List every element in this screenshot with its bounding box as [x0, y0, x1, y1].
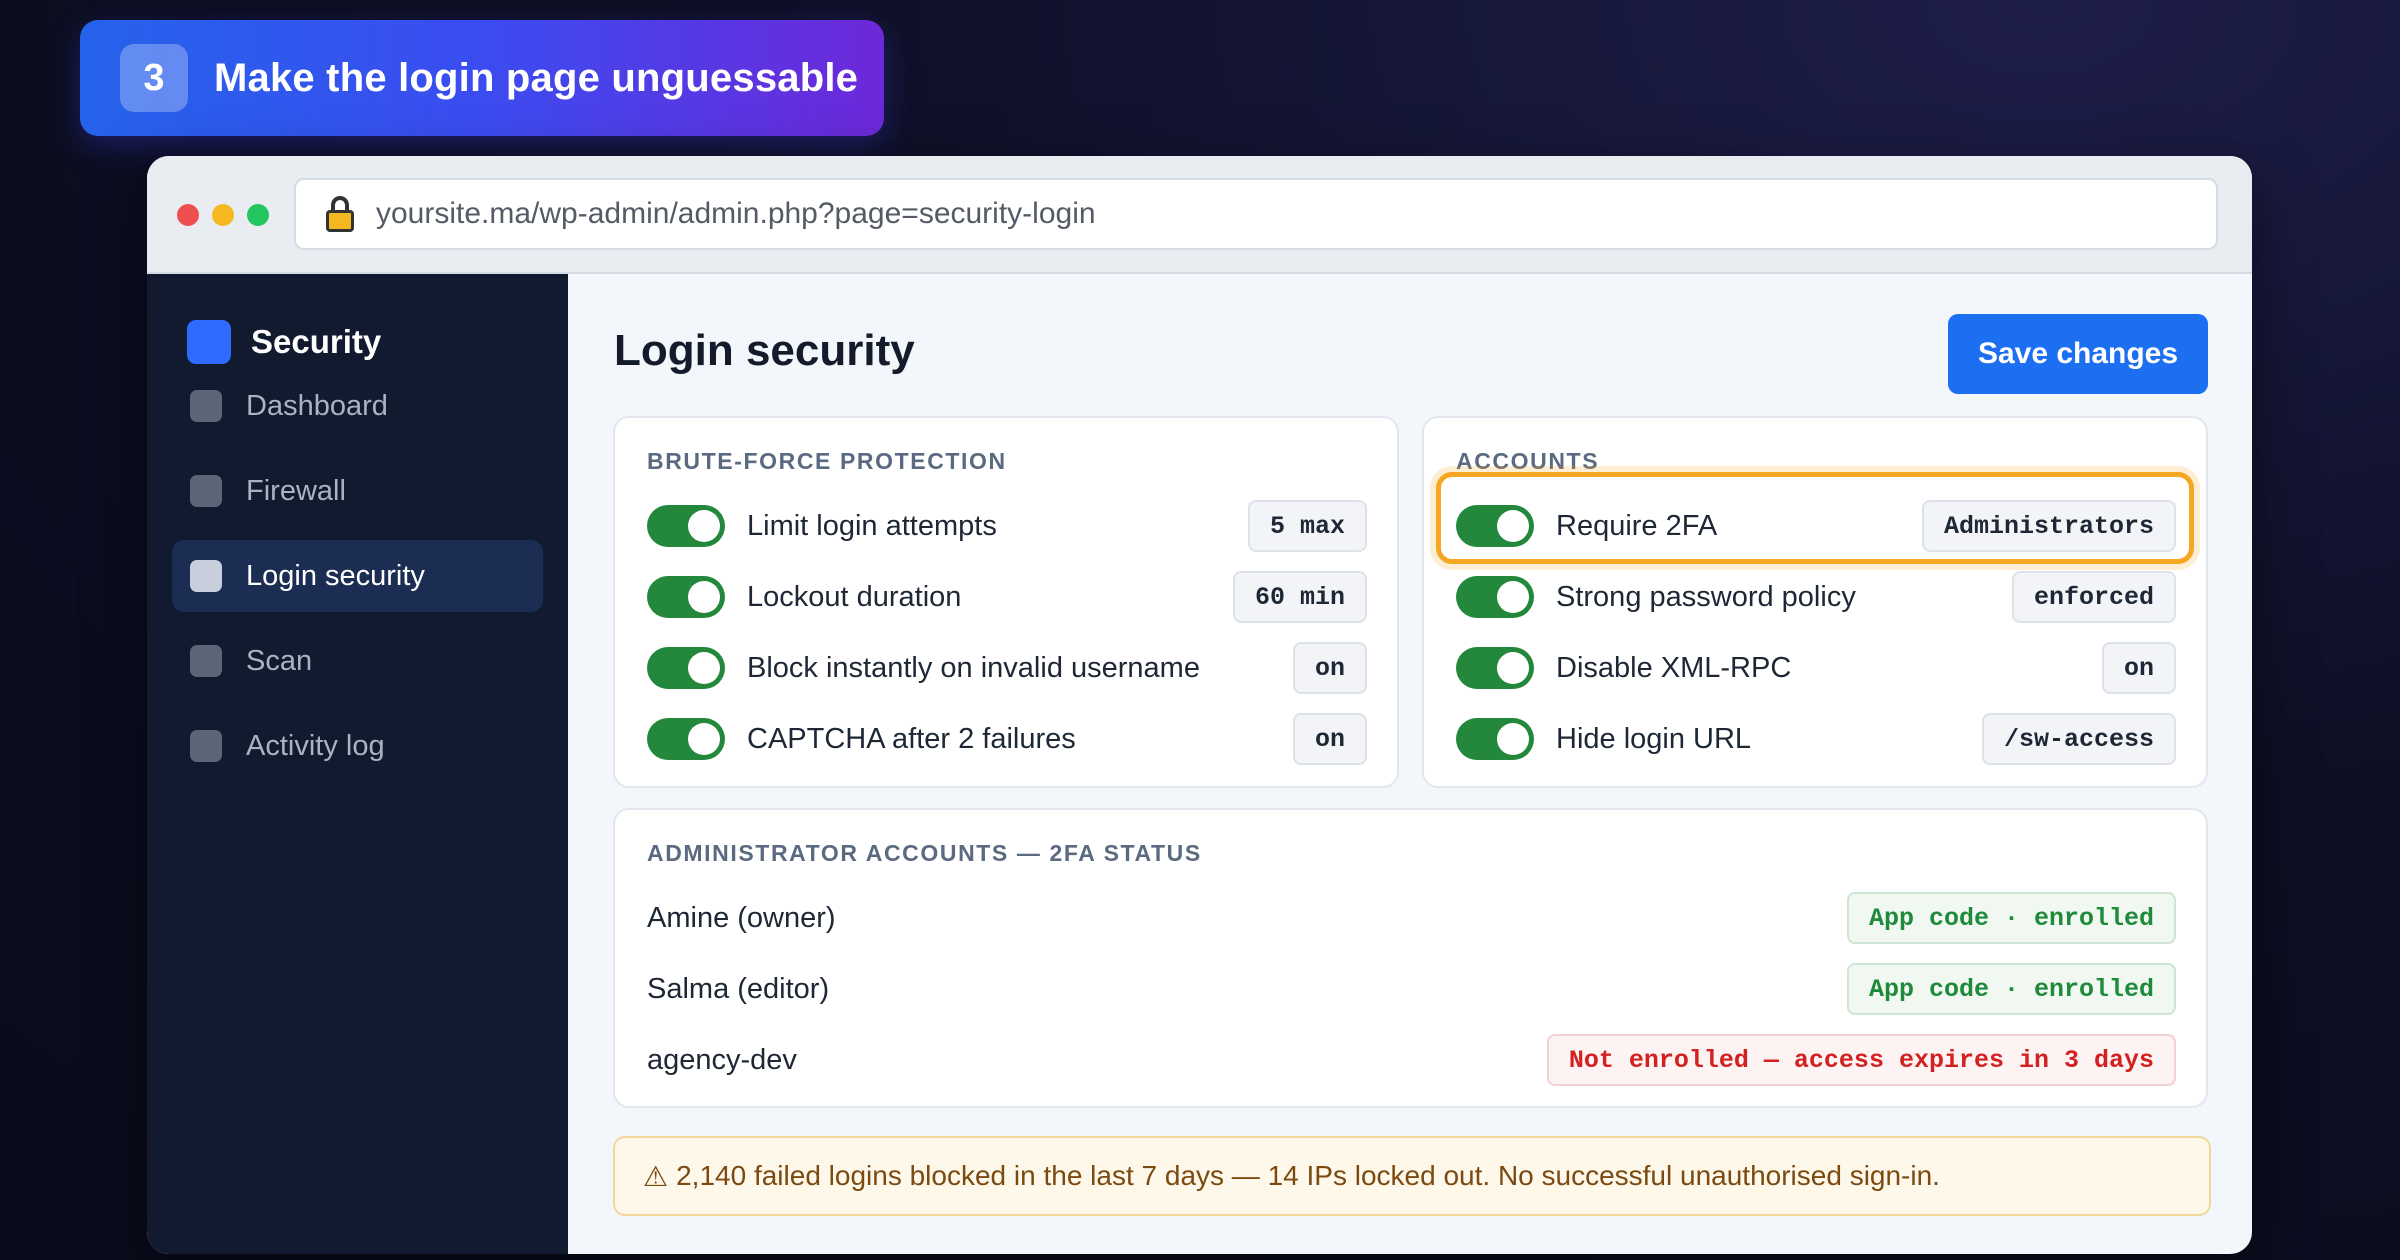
card-heading: BRUTE-FORCE PROTECTION [647, 448, 1007, 474]
admin-accounts-card: ADMINISTRATOR ACCOUNTS — 2FA STATUS Amin… [613, 808, 2208, 1108]
browser-window: yoursite.ma/wp-admin/admin.php?page=secu… [147, 156, 2252, 1254]
browser-chrome: yoursite.ma/wp-admin/admin.php?page=secu… [147, 156, 2252, 274]
strong-password-toggle[interactable] [1456, 576, 1534, 618]
sidebar-item-dashboard[interactable]: Dashboard [172, 370, 543, 442]
setting-row-disable-xmlrpc: Disable XML-RPC on [1456, 640, 2176, 696]
block-invalid-username-toggle[interactable] [647, 647, 725, 689]
setting-label: Lockout duration [747, 580, 962, 613]
sidebar-item-label: Scan [246, 644, 313, 677]
sidebar-item-label: Login security [246, 559, 425, 592]
disable-xmlrpc-toggle[interactable] [1456, 647, 1534, 689]
setting-label: Hide login URL [1556, 722, 1752, 755]
setting-label: Limit login attempts [747, 509, 997, 542]
sidebar-item-label: Activity log [246, 729, 385, 762]
sidebar: Security Dashboard Firewall Login securi… [147, 274, 568, 1254]
address-bar[interactable]: yoursite.ma/wp-admin/admin.php?page=secu… [294, 178, 2218, 250]
setting-row-require-2fa: Require 2FA Administrators [1456, 498, 2176, 554]
setting-value: on [2101, 642, 2176, 694]
setting-value: 5 max [1247, 500, 1367, 552]
firewall-icon [190, 475, 222, 507]
brand-icon [187, 320, 231, 364]
setting-row-captcha: CAPTCHA after 2 failures on [647, 711, 1367, 767]
card-heading: ACCOUNTS [1456, 448, 1600, 474]
admin-row: Salma (editor) App code · enrolled [647, 961, 2176, 1017]
2fa-status-badge: Not enrolled — access expires in 3 days [1546, 1034, 2176, 1086]
failed-logins-alert: ⚠ 2,140 failed logins blocked in the las… [613, 1136, 2211, 1216]
brute-force-card: BRUTE-FORCE PROTECTION Limit login attem… [613, 416, 1399, 788]
setting-label: Disable XML-RPC [1556, 651, 1792, 684]
card-heading: ADMINISTRATOR ACCOUNTS — 2FA STATUS [647, 840, 1202, 866]
sidebar-item-firewall[interactable]: Firewall [172, 455, 543, 527]
admin-name: Salma (editor) [647, 972, 830, 1005]
step-title: Make the login page unguessable [214, 55, 859, 100]
brand-label: Security [251, 323, 382, 360]
activity-log-icon [190, 730, 222, 762]
setting-row-lockout-duration: Lockout duration 60 min [647, 569, 1367, 625]
setting-row-hide-login-url: Hide login URL /sw-access [1456, 711, 2176, 767]
setting-row-strong-password: Strong password policy enforced [1456, 569, 2176, 625]
maximize-window-button[interactable] [247, 204, 269, 226]
warning-icon: ⚠ [643, 1160, 669, 1192]
login-security-icon [190, 560, 222, 592]
setting-value: 60 min [1232, 571, 1367, 623]
scan-icon [190, 645, 222, 677]
setting-value: on [1292, 713, 1367, 765]
sidebar-item-label: Firewall [246, 474, 346, 507]
admin-row: agency-dev Not enrolled — access expires… [647, 1032, 2176, 1088]
setting-label: Strong password policy [1556, 580, 1856, 613]
accounts-card: ACCOUNTS Require 2FA Administrators Stro… [1422, 416, 2208, 788]
admin-row: Amine (owner) App code · enrolled [647, 890, 2176, 946]
page-title: Login security [614, 326, 915, 375]
sidebar-item-login-security[interactable]: Login security [172, 540, 543, 612]
lock-icon [326, 196, 354, 232]
2fa-status-badge: App code · enrolled [1846, 963, 2176, 1015]
sidebar-item-label: Dashboard [246, 389, 388, 422]
setting-value: enforced [2011, 571, 2176, 623]
setting-value: /sw-access [1981, 713, 2176, 765]
alert-text: 2,140 failed logins blocked in the last … [676, 1160, 1940, 1191]
dashboard-icon [190, 390, 222, 422]
setting-label: CAPTCHA after 2 failures [747, 722, 1076, 755]
step-banner: 3 Make the login page unguessable [80, 20, 884, 136]
main-content: Login security Save changes BRUTE-FORCE … [568, 274, 2252, 1254]
save-changes-button[interactable]: Save changes [1948, 314, 2208, 394]
sidebar-brand: Security [187, 320, 381, 364]
lockout-duration-toggle[interactable] [647, 576, 725, 618]
minimize-window-button[interactable] [212, 204, 234, 226]
hide-login-url-toggle[interactable] [1456, 718, 1534, 760]
setting-label: Block instantly on invalid username [747, 651, 1200, 684]
step-number: 3 [120, 44, 188, 112]
admin-name: Amine (owner) [647, 901, 836, 934]
close-window-button[interactable] [177, 204, 199, 226]
limit-login-attempts-toggle[interactable] [647, 505, 725, 547]
setting-label: Require 2FA [1556, 509, 1718, 542]
admin-name: agency-dev [647, 1043, 797, 1076]
captcha-toggle[interactable] [647, 718, 725, 760]
2fa-status-badge: App code · enrolled [1846, 892, 2176, 944]
sidebar-item-activity-log[interactable]: Activity log [172, 710, 543, 782]
setting-row-block-invalid-username: Block instantly on invalid username on [647, 640, 1367, 696]
setting-value: Administrators [1921, 500, 2176, 552]
setting-row-limit-login-attempts: Limit login attempts 5 max [647, 498, 1367, 554]
setting-value: on [1292, 642, 1367, 694]
require-2fa-toggle[interactable] [1456, 505, 1534, 547]
sidebar-item-scan[interactable]: Scan [172, 625, 543, 697]
url-text: yoursite.ma/wp-admin/admin.php?page=secu… [376, 197, 1096, 230]
